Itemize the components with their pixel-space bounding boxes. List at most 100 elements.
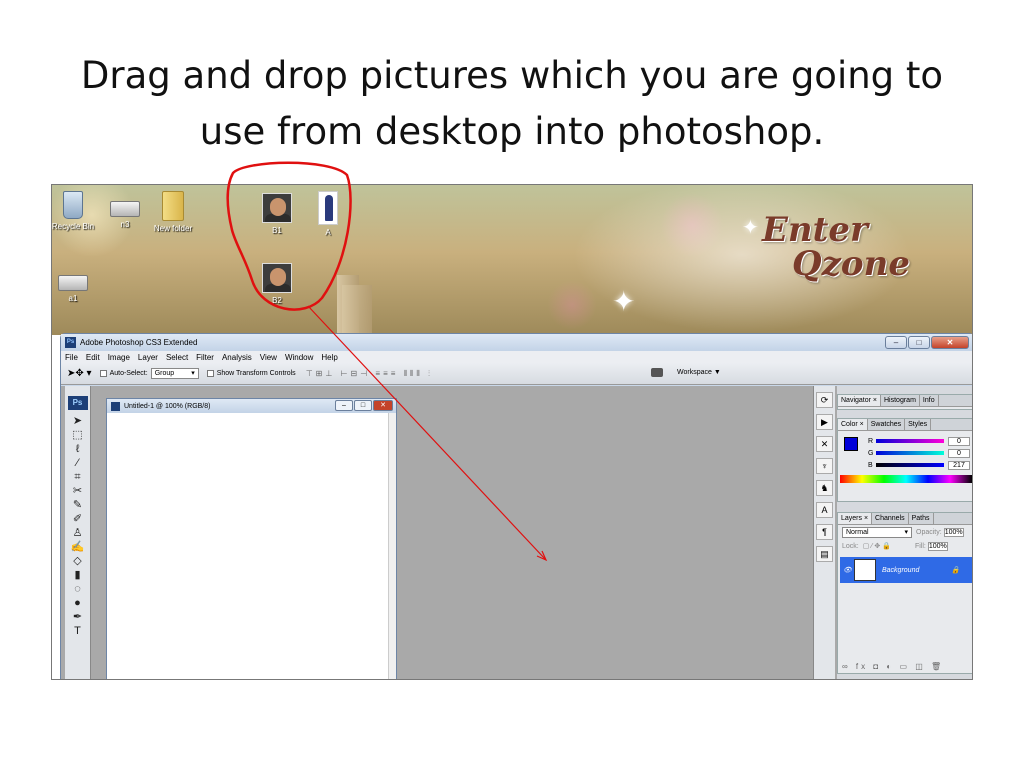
red-slider[interactable] (876, 439, 944, 443)
blur-tool-icon[interactable]: ◌ (65, 582, 90, 596)
menu-analysis[interactable]: Analysis (222, 353, 252, 362)
paragraph-panel-icon[interactable]: ¶ (816, 524, 833, 540)
tab-histogram[interactable]: Histogram (881, 395, 920, 406)
desktop-icon-a[interactable]: A (305, 191, 351, 237)
document-titlebar[interactable]: Untitled-1 @ 100% (RGB/8) – □ ✕ (107, 399, 396, 413)
menu-file[interactable]: File (65, 353, 78, 362)
tab-layers[interactable]: Layers × (838, 513, 873, 524)
tool-presets-icon[interactable]: ✕ (816, 436, 833, 452)
move-tool-icon[interactable]: ➤✥ ▾ (67, 368, 92, 379)
doc-close-button[interactable]: ✕ (373, 400, 393, 411)
lasso-tool-icon[interactable]: ℓ (65, 442, 90, 456)
maximize-button[interactable]: □ (908, 336, 930, 349)
history-panel-icon[interactable]: ⟳ (816, 392, 833, 408)
blue-slider[interactable] (876, 463, 944, 467)
document-scrollbar[interactable] (388, 413, 396, 679)
pen-tool-icon[interactable]: ✒ (65, 610, 90, 624)
marquee-tool-icon[interactable]: ⬚ (65, 428, 90, 442)
desktop-icon-label: B1 (272, 226, 282, 235)
workspace-menu[interactable]: Workspace ▼ (677, 369, 721, 376)
document-window[interactable]: Untitled-1 @ 100% (RGB/8) – □ ✕ (106, 398, 397, 679)
character-panel-icon[interactable]: A (816, 502, 833, 518)
tab-color[interactable]: Color × (838, 419, 868, 430)
workspace-area[interactable]: Ps ➤ ⬚ ℓ ⁄ ⌗ ✂ ✎ ✐ ♙ ✍ ◇ ▮ ◌ ● ✒ T Untit… (61, 386, 972, 679)
desktop-icon-label: a1 (68, 294, 78, 303)
dodge-tool-icon[interactable]: ● (65, 596, 90, 610)
desktop-icon-a1[interactable]: a1 (52, 267, 96, 303)
slice-tool-icon[interactable]: ✂ (65, 484, 90, 498)
foreground-color-swatch[interactable] (844, 437, 858, 451)
layer-name: Background (882, 566, 920, 574)
clone-stamp-icon[interactable]: ♙ (65, 526, 90, 540)
close-button[interactable]: ✕ (931, 336, 969, 349)
tab-navigator[interactable]: Navigator × (838, 395, 881, 406)
doc-maximize-button[interactable]: □ (354, 400, 372, 411)
ps-badge: Ps (67, 396, 88, 410)
type-tool-icon[interactable]: T (65, 624, 90, 638)
drive-icon (58, 275, 88, 291)
layer-comps-icon[interactable]: ▤ (816, 546, 833, 562)
window-titlebar[interactable]: Ps Adobe Photoshop CS3 Extended – □ ✕ (61, 334, 972, 351)
tab-paths[interactable]: Paths (909, 513, 934, 524)
document-title: Untitled-1 @ 100% (RGB/8) (124, 402, 211, 410)
crop-tool-icon[interactable]: ⌗ (65, 470, 90, 484)
color-spectrum-bar[interactable] (840, 475, 972, 483)
desktop-icon-b1[interactable]: B1 (254, 193, 300, 235)
auto-select-checkbox[interactable] (99, 370, 107, 377)
lock-icons[interactable]: ▢ ⁄ ✥ 🔒 (863, 542, 891, 550)
history-brush-icon[interactable]: ✍ (65, 540, 90, 554)
red-value-field[interactable]: 0 (948, 436, 970, 446)
green-slider[interactable] (876, 451, 944, 455)
layer-row-background[interactable]: 👁 Background 🔒 (840, 557, 972, 583)
align-buttons[interactable]: ⊤⊞⊥ ⊢⊟⊣ ≡≡≡ ⫴⫴⫴ ⫶ (306, 369, 433, 379)
tab-channels[interactable]: Channels (872, 513, 909, 524)
menu-edit[interactable]: Edit (86, 353, 100, 362)
auto-select-dropdown[interactable]: Group ▾ (150, 368, 199, 379)
drive-icon (110, 201, 140, 217)
actions-panel-icon[interactable]: ▶ (816, 414, 833, 430)
red-channel-label: R (868, 437, 874, 445)
doc-minimize-button[interactable]: – (335, 400, 353, 411)
healing-brush-icon[interactable]: ✎ (65, 498, 90, 512)
layer-footer-buttons[interactable]: ∞ fx ◘ ◐ ▭ ◫ 🗑 (842, 662, 944, 671)
desktop-icon-label: A (325, 228, 331, 237)
desktop-icon-new-folder[interactable]: New folder (150, 191, 196, 233)
menu-help[interactable]: Help (321, 353, 337, 362)
menu-image[interactable]: Image (108, 353, 130, 362)
auto-select-value: Group (154, 370, 175, 377)
opacity-label: Opacity: (916, 528, 942, 536)
menu-filter[interactable]: Filter (196, 353, 214, 362)
sparkle-icon: ✦ (742, 217, 759, 239)
desktop-icon-label: B2 (272, 296, 282, 305)
gradient-tool-icon[interactable]: ▮ (65, 568, 90, 582)
eye-icon[interactable]: 👁 (843, 566, 852, 574)
blend-mode-dropdown[interactable]: Normal ▾ (842, 526, 912, 538)
opacity-field[interactable]: 100% (943, 527, 964, 537)
camera-icon[interactable] (651, 368, 663, 377)
clone-source-icon[interactable]: ♞ (816, 480, 833, 496)
menu-window[interactable]: Window (285, 353, 313, 362)
blue-value-field[interactable]: 217 (948, 460, 970, 470)
folder-icon (162, 191, 184, 221)
eraser-tool-icon[interactable]: ◇ (65, 554, 90, 568)
color-panel: Color × Swatches Styles R 0 G 0 B 217 (837, 418, 972, 502)
green-value-field[interactable]: 0 (948, 448, 970, 458)
show-transform-checkbox[interactable] (206, 370, 214, 377)
desktop-icon-recycle-bin[interactable]: Recycle Bin (52, 191, 96, 231)
tab-info[interactable]: Info (920, 395, 939, 406)
brush-tool-icon[interactable]: ✐ (65, 512, 90, 526)
desktop-icon-n3[interactable]: n3 (102, 193, 148, 229)
magic-wand-icon[interactable]: ⁄ (65, 456, 90, 470)
menu-bar: File Edit Image Layer Select Filter Anal… (61, 351, 972, 363)
menu-view[interactable]: View (260, 353, 277, 362)
menu-select[interactable]: Select (166, 353, 188, 362)
desktop-icon-b2[interactable]: B2 (254, 263, 300, 305)
auto-select-label: Auto-Select: (109, 370, 148, 377)
minimize-button[interactable]: – (885, 336, 907, 349)
brushes-panel-icon[interactable]: ♆ (816, 458, 833, 474)
tab-styles[interactable]: Styles (905, 419, 932, 430)
fill-field[interactable]: 100% (927, 541, 948, 551)
tab-swatches[interactable]: Swatches (868, 419, 906, 430)
move-tool-icon[interactable]: ➤ (65, 414, 90, 428)
menu-layer[interactable]: Layer (138, 353, 158, 362)
